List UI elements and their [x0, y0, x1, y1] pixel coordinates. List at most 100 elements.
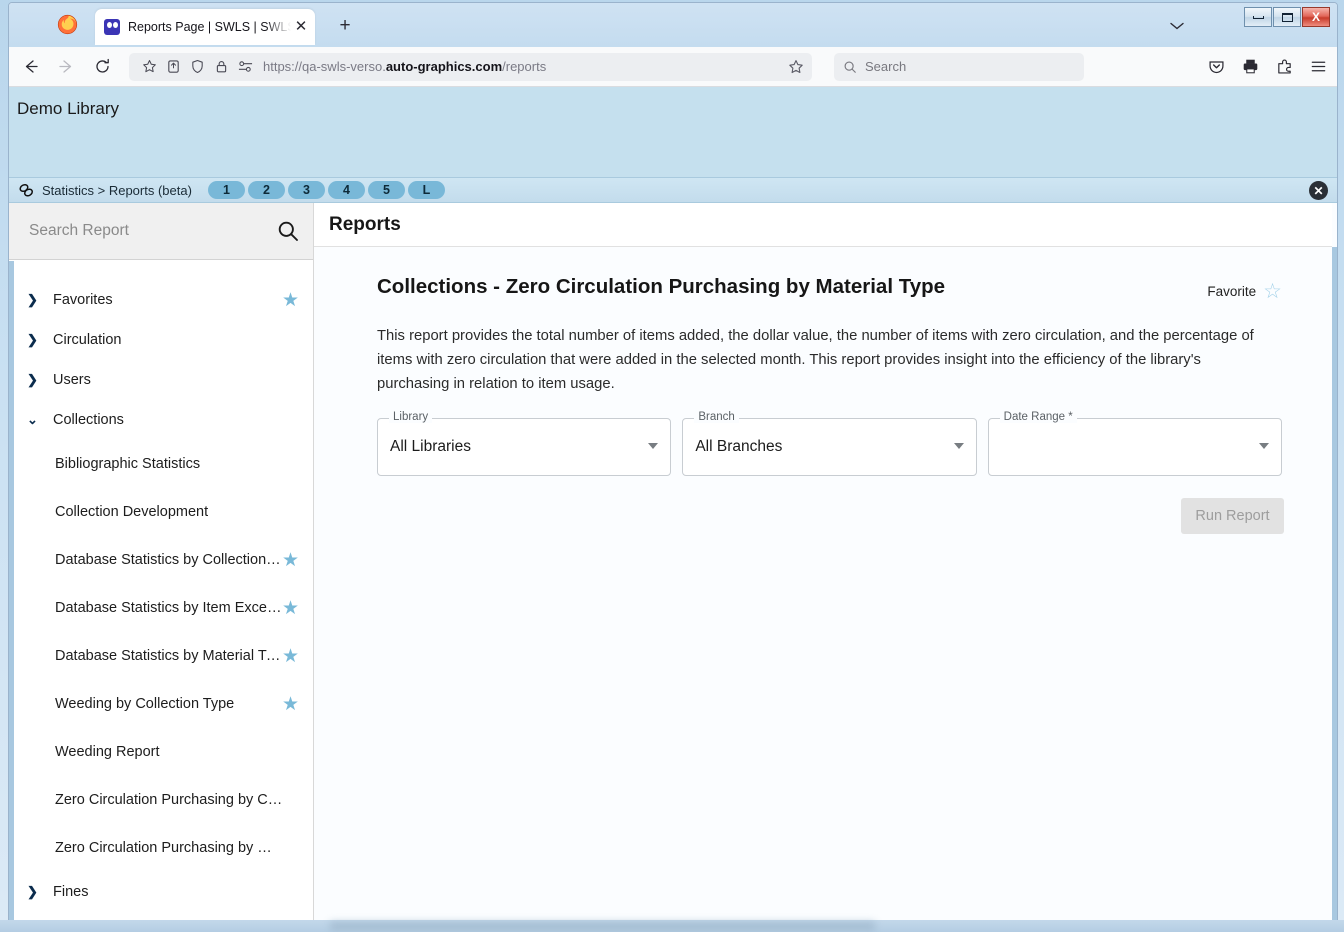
- favorite-star-icon[interactable]: ★: [282, 289, 299, 312]
- report-filters: Library All Libraries Branch All Branche…: [377, 411, 1282, 476]
- tree-group-collections[interactable]: ⌄ Collections: [9, 400, 313, 440]
- url-path: /reports: [502, 59, 547, 74]
- tree-group-users[interactable]: ❯ Users: [9, 360, 313, 400]
- bookmark-star-icon[interactable]: [137, 59, 161, 74]
- address-bar[interactable]: https://qa-swls-verso.auto-graphics.com/…: [129, 52, 812, 81]
- date-range-select[interactable]: Date Range *: [987, 411, 1282, 476]
- chevron-right-icon: ❯: [27, 372, 38, 387]
- breadcrumb-pill-3[interactable]: 3: [287, 181, 325, 199]
- favorite-label: Favorite: [1207, 284, 1257, 299]
- breadcrumb-pill-l[interactable]: L: [407, 181, 445, 199]
- breadcrumb-pill-4[interactable]: 4: [327, 181, 365, 199]
- tree-group-label: Favorites: [53, 292, 113, 308]
- url-host: auto-graphics.com: [385, 59, 503, 74]
- desktop-background: Reports Page | SWLS | SWLS | Au ✕ + X: [0, 0, 1344, 932]
- breadcrumb-text: Statistics > Reports (beta): [42, 182, 192, 198]
- chevron-right-icon: ❯: [27, 332, 38, 347]
- toolbar-right-icons: [1203, 54, 1331, 80]
- tree-group-label: Collections: [53, 412, 124, 428]
- tree-item-label: Database Statistics by Material Ty…: [55, 648, 283, 664]
- favorite-star-icon[interactable]: ★: [282, 693, 299, 716]
- reload-button[interactable]: [87, 53, 117, 81]
- favorite-star-icon[interactable]: ★: [282, 645, 299, 668]
- report-description: This report provides the total number of…: [377, 328, 1254, 392]
- address-bar-star-icon[interactable]: [788, 59, 804, 75]
- search-report-input[interactable]: [27, 221, 277, 241]
- tree-item-label: Database Statistics by Item Except…: [55, 600, 283, 616]
- browser-search-bar[interactable]: Search: [834, 52, 1084, 81]
- back-button[interactable]: [15, 53, 45, 81]
- tree-item-database-statistics-by-item-exception[interactable]: Database Statistics by Item Except… ★: [9, 584, 313, 632]
- sidebar-search-row: [9, 203, 313, 260]
- shield-icon[interactable]: [185, 59, 209, 74]
- report-header-row: Collections - Zero Circulation Purchasin…: [377, 275, 1282, 304]
- tree-item-database-statistics-by-material-type[interactable]: Database Statistics by Material Ty… ★: [9, 632, 313, 680]
- report-sidebar: ❯ Favorites ★ ❯ Circulation ❯ Users: [9, 203, 314, 921]
- tree-group-circulation[interactable]: ❯ Circulation: [9, 320, 313, 360]
- page-title: Reports: [314, 203, 1337, 247]
- chevron-down-icon: [648, 443, 659, 449]
- breadcrumb-close-button[interactable]: ✕: [1309, 181, 1328, 200]
- report-title: Collections - Zero Circulation Purchasin…: [377, 275, 946, 298]
- chevron-right-icon: ❯: [27, 292, 38, 307]
- lock-icon[interactable]: [209, 59, 233, 74]
- favorite-toggle[interactable]: Favorite ☆: [1207, 275, 1282, 304]
- date-range-select-label: Date Range *: [999, 411, 1077, 423]
- breadcrumb-bar: Statistics > Reports (beta) 1 2 3 4 5 L …: [9, 177, 1337, 203]
- extensions-icon[interactable]: [1271, 54, 1297, 80]
- tree-item-label: Collection Development: [55, 504, 209, 520]
- page-body: ❯ Favorites ★ ❯ Circulation ❯ Users: [9, 203, 1337, 921]
- search-icon[interactable]: [277, 220, 299, 242]
- link-chain-icon: [18, 183, 34, 197]
- browser-search-placeholder: Search: [865, 59, 907, 74]
- favorite-star-outline-icon[interactable]: ☆: [1263, 279, 1282, 304]
- list-all-tabs-icon[interactable]: [1169, 21, 1185, 31]
- chevron-down-icon: ⌄: [27, 412, 38, 427]
- main-scrollbar[interactable]: [1332, 203, 1337, 921]
- desktop-bottom-strip: [0, 920, 1344, 932]
- favorite-star-icon[interactable]: ★: [282, 549, 299, 572]
- tree-item-collection-development[interactable]: Collection Development: [9, 488, 313, 536]
- tab-favicon-icon: [104, 19, 120, 35]
- tree-group-label: Circulation: [53, 332, 122, 348]
- desktop-bottom-blur: [330, 922, 875, 931]
- tree-item-weeding-report[interactable]: Weeding Report: [9, 728, 313, 776]
- tree-item-bibliographic-statistics[interactable]: Bibliographic Statistics: [9, 440, 313, 488]
- library-name: Demo Library: [17, 99, 120, 118]
- hamburger-menu-icon[interactable]: [1305, 54, 1331, 80]
- window-minimize-button[interactable]: [1244, 7, 1272, 27]
- address-bar-url: https://qa-swls-verso.auto-graphics.com/…: [263, 59, 546, 74]
- breadcrumb-pill-2[interactable]: 2: [247, 181, 285, 199]
- tree-item-weeding-by-collection-type[interactable]: Weeding by Collection Type ★: [9, 680, 313, 728]
- new-tab-button[interactable]: +: [333, 15, 357, 39]
- tree-group-favorites[interactable]: ❯ Favorites ★: [9, 280, 313, 320]
- report-card: Collections - Zero Circulation Purchasin…: [314, 247, 1337, 534]
- permissions-icon[interactable]: [233, 59, 257, 74]
- tab-close-icon[interactable]: ✕: [293, 19, 309, 35]
- branch-select-label: Branch: [694, 411, 739, 423]
- print-icon[interactable]: [1237, 54, 1263, 80]
- tree-item-label: Zero Circulation Purchasing by Collect…: [55, 792, 283, 808]
- window-maximize-button[interactable]: [1273, 7, 1301, 27]
- window-close-button[interactable]: X: [1302, 7, 1330, 27]
- tree-item-database-statistics-by-collection[interactable]: Database Statistics by Collection … ★: [9, 536, 313, 584]
- report-tree: ❯ Favorites ★ ❯ Circulation ❯ Users ⌄ Co…: [9, 260, 313, 912]
- breadcrumb-pills: 1 2 3 4 5 L: [207, 181, 445, 199]
- save-to-pocket-icon[interactable]: [161, 59, 185, 74]
- run-report-button[interactable]: Run Report: [1181, 498, 1284, 534]
- browser-tab[interactable]: Reports Page | SWLS | SWLS | Au ✕: [95, 9, 315, 45]
- favorite-star-icon[interactable]: ★: [282, 597, 299, 620]
- tree-group-fines[interactable]: ❯ Fines: [9, 872, 313, 912]
- forward-button[interactable]: [51, 53, 81, 81]
- breadcrumb-pill-5[interactable]: 5: [367, 181, 405, 199]
- breadcrumb-pill-1[interactable]: 1: [207, 181, 245, 199]
- window-close-glyph: X: [1311, 10, 1320, 24]
- branch-select[interactable]: Branch All Branches: [682, 411, 977, 476]
- tree-item-zero-circulation-purchasing-by-collection[interactable]: Zero Circulation Purchasing by Collect…: [9, 776, 313, 824]
- tree-item-zero-circulation-purchasing-by-material[interactable]: Zero Circulation Purchasing by Materi…: [9, 824, 313, 872]
- library-select-value: All Libraries: [390, 438, 471, 455]
- app-header: Demo Library A All Headings: [9, 87, 1337, 252]
- pocket-icon[interactable]: [1203, 54, 1229, 80]
- library-select[interactable]: Library All Libraries: [377, 411, 672, 476]
- browser-tab-strip: Reports Page | SWLS | SWLS | Au ✕ + X: [9, 3, 1337, 47]
